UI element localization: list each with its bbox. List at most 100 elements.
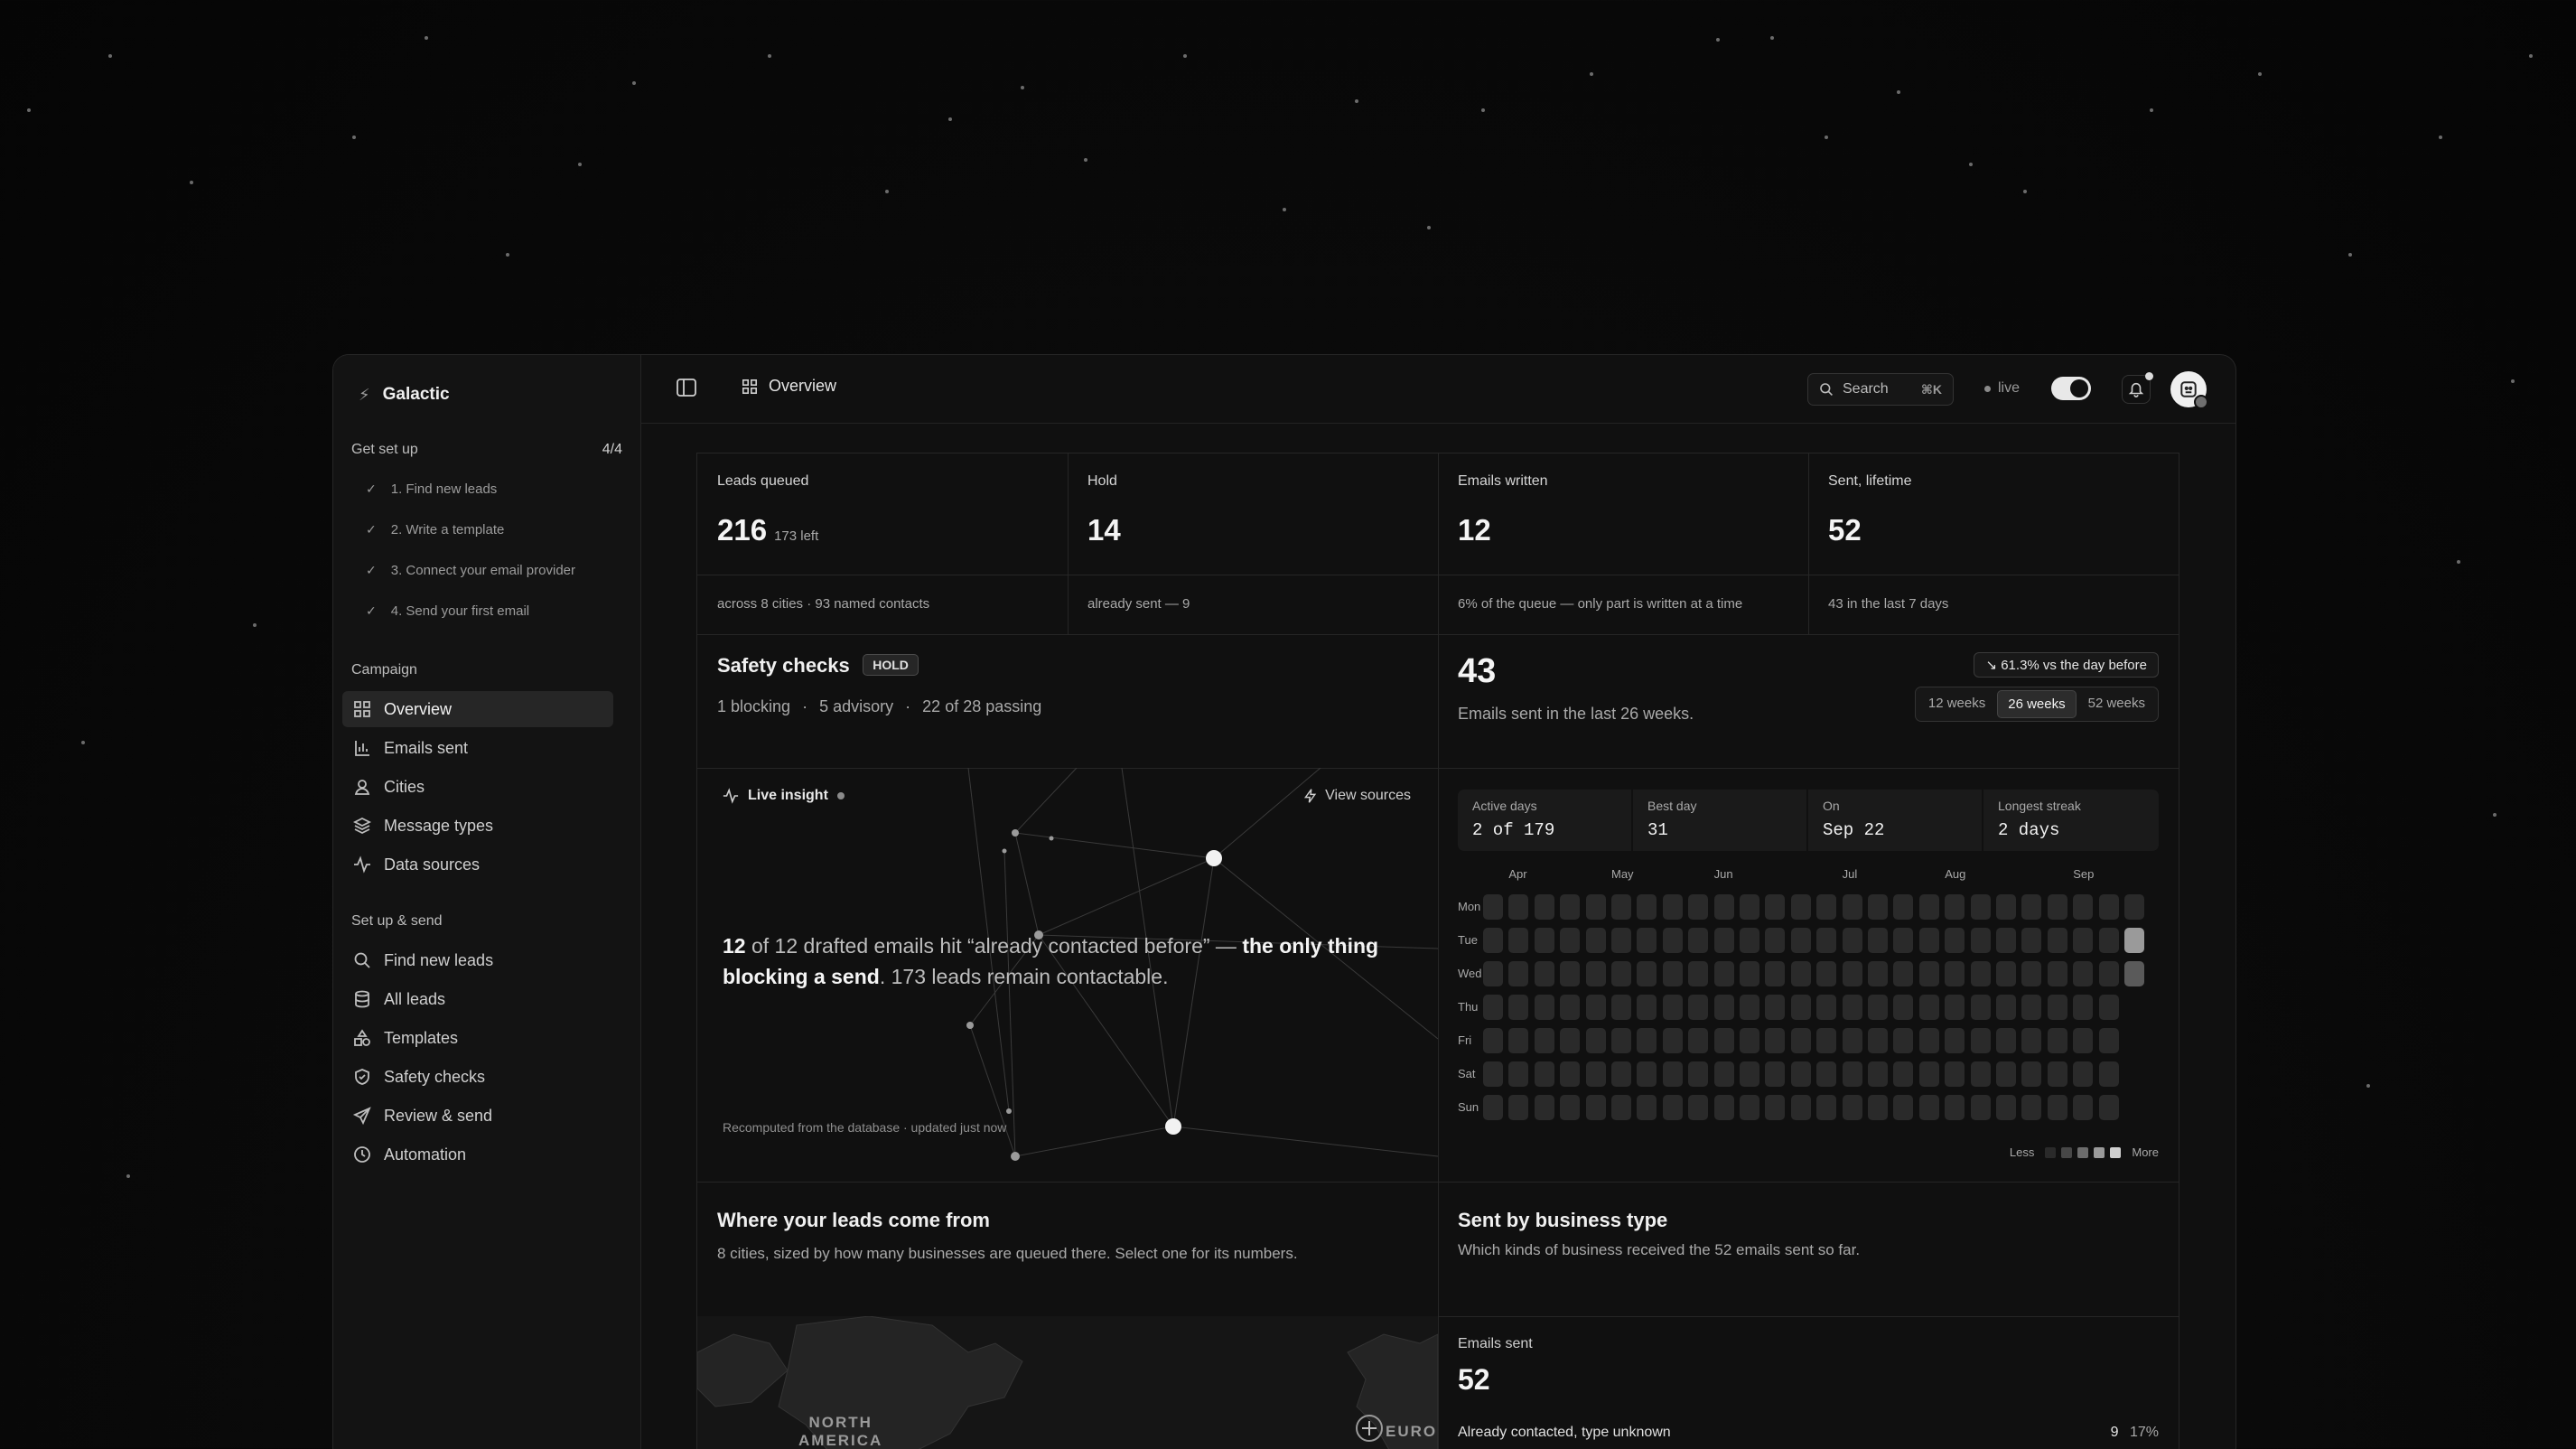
heatmap-cell[interactable]: [1893, 928, 1914, 953]
heatmap-cell[interactable]: [1740, 894, 1759, 920]
heatmap-cell[interactable]: [1534, 894, 1554, 920]
heatmap-cell[interactable]: [1713, 995, 1734, 1020]
heatmap-cell[interactable]: [2073, 1028, 2094, 1053]
heatmap-cell[interactable]: [1637, 1028, 1657, 1053]
heatmap-cell[interactable]: [2021, 1061, 2042, 1087]
heatmap-cell[interactable]: [1662, 995, 1683, 1020]
notifications-button[interactable]: [2122, 372, 2153, 404]
heatmap-cell[interactable]: [1662, 928, 1683, 953]
heatmap-cell[interactable]: [1868, 961, 1888, 986]
heatmap-cell[interactable]: [1637, 961, 1657, 986]
heatmap-cell[interactable]: [1637, 1095, 1657, 1120]
heatmap-cell[interactable]: [2021, 995, 2042, 1020]
heatmap-cell[interactable]: [1713, 894, 1734, 920]
heatmap-cell[interactable]: [1970, 894, 1991, 920]
heatmap-cell[interactable]: [1945, 1028, 1965, 1053]
heatmap-cell[interactable]: [1893, 1028, 1914, 1053]
heatmap-cell[interactable]: [1842, 1028, 1862, 1053]
range-option-active[interactable]: 26 weeks: [1997, 690, 2077, 718]
brand[interactable]: ⚡ Galactic: [359, 377, 450, 413]
heatmap-cell[interactable]: [2021, 894, 2042, 920]
heatmap-cell[interactable]: [1893, 894, 1914, 920]
heatmap-cell[interactable]: [1790, 1028, 1811, 1053]
heatmap-cell[interactable]: [1740, 1061, 1759, 1087]
heatmap-cell[interactable]: [1483, 1028, 1503, 1053]
kpi-hold[interactable]: Hold 14 already sent — 9: [1068, 453, 1438, 634]
heatmap-cell[interactable]: [1560, 894, 1581, 920]
heatmap-cell[interactable]: [1662, 894, 1683, 920]
heatmap-cell[interactable]: [1688, 1028, 1709, 1053]
heatmap-cell[interactable]: [1996, 894, 2016, 920]
heatmap-cell[interactable]: [1816, 1061, 1837, 1087]
heatmap-cell[interactable]: [1740, 961, 1759, 986]
heatmap-cell[interactable]: [2073, 1095, 2094, 1120]
heatmap-cell[interactable]: [1662, 1028, 1683, 1053]
setup-item[interactable]: ✓ 2. Write a template: [366, 522, 504, 538]
search-button[interactable]: Search ⌘K: [1807, 373, 1954, 406]
heatmap-cell[interactable]: [1688, 894, 1709, 920]
heatmap-cell[interactable]: [1970, 1095, 1991, 1120]
heatmap-cell[interactable]: [1534, 1061, 1554, 1087]
heatmap-cell[interactable]: [1713, 928, 1734, 953]
heatmap-cell[interactable]: [2021, 961, 2042, 986]
heatmap-cell[interactable]: [1918, 894, 1939, 920]
heatmap-cell[interactable]: [1868, 995, 1888, 1020]
heatmap-cell[interactable]: [1790, 894, 1811, 920]
heatmap-cell[interactable]: [1585, 1028, 1606, 1053]
heatmap-cell[interactable]: [1585, 928, 1606, 953]
heatmap-cell[interactable]: [1508, 1061, 1529, 1087]
heatmap-cell[interactable]: [2124, 894, 2144, 920]
heatmap-cell[interactable]: [1842, 961, 1862, 986]
heatmap-cell[interactable]: [1816, 1095, 1837, 1120]
range-option[interactable]: 12 weeks: [1918, 690, 1995, 718]
heatmap-cell[interactable]: [1534, 1095, 1554, 1120]
heatmap-cell[interactable]: [1585, 995, 1606, 1020]
heatmap-cell[interactable]: [1970, 1061, 1991, 1087]
kpi-emails-written[interactable]: Emails written 12 6% of the queue — only…: [1438, 453, 1808, 634]
sidebar-item-message-types[interactable]: Message types: [342, 808, 613, 844]
heatmap-cell[interactable]: [1585, 1095, 1606, 1120]
heatmap-cell[interactable]: [1508, 1095, 1529, 1120]
heatmap-cell[interactable]: [1868, 894, 1888, 920]
heatmap-cell[interactable]: [1816, 961, 1837, 986]
heatmap-cell[interactable]: [1842, 894, 1862, 920]
heatmap-cell[interactable]: [1585, 894, 1606, 920]
heatmap-cell[interactable]: [2098, 1028, 2119, 1053]
heatmap-cell[interactable]: [1970, 1028, 1991, 1053]
heatmap-cell[interactable]: [1740, 1028, 1759, 1053]
heatmap-cell[interactable]: [1508, 1028, 1529, 1053]
heatmap-cell[interactable]: [1637, 928, 1657, 953]
heatmap-cell[interactable]: [1945, 1095, 1965, 1120]
heatmap-cell[interactable]: [1765, 961, 1786, 986]
heatmap-cell[interactable]: [1816, 995, 1837, 1020]
heatmap-cell[interactable]: [1996, 1028, 2016, 1053]
heatmap-cell[interactable]: [1765, 928, 1786, 953]
heatmap-cell[interactable]: [1842, 928, 1862, 953]
heatmap-cell[interactable]: [1945, 928, 1965, 953]
heatmap-cell[interactable]: [1842, 995, 1862, 1020]
heatmap-cell[interactable]: [1842, 1095, 1862, 1120]
heatmap-cell[interactable]: [1996, 1061, 2016, 1087]
heatmap-cell[interactable]: [1688, 928, 1709, 953]
heatmap-cell[interactable]: [1560, 961, 1581, 986]
sidebar-item-templates[interactable]: Templates: [342, 1020, 613, 1056]
heatmap-cell[interactable]: [1688, 1095, 1709, 1120]
heatmap-cell[interactable]: [1688, 1061, 1709, 1087]
heatmap-cell[interactable]: [1945, 995, 1965, 1020]
heatmap-cell[interactable]: [1790, 928, 1811, 953]
heatmap-cell[interactable]: [1688, 961, 1709, 986]
heatmap-cell[interactable]: [1611, 1028, 1631, 1053]
heatmap-cell[interactable]: [1637, 894, 1657, 920]
heatmap-cell[interactable]: [1611, 995, 1631, 1020]
heatmap-cell[interactable]: [1483, 995, 1503, 1020]
heatmap-cell[interactable]: [1534, 928, 1554, 953]
heatmap-cell[interactable]: [2124, 961, 2144, 986]
heatmap-cell[interactable]: [2073, 894, 2094, 920]
sidebar-item-automation[interactable]: Automation: [342, 1136, 613, 1173]
heatmap-cell[interactable]: [1637, 995, 1657, 1020]
heatmap-cell[interactable]: [1611, 961, 1631, 986]
heatmap-cell[interactable]: [1740, 928, 1759, 953]
heatmap-cell[interactable]: [2098, 894, 2119, 920]
heatmap-cell[interactable]: [1483, 961, 1503, 986]
heatmap-cell[interactable]: [1996, 995, 2016, 1020]
